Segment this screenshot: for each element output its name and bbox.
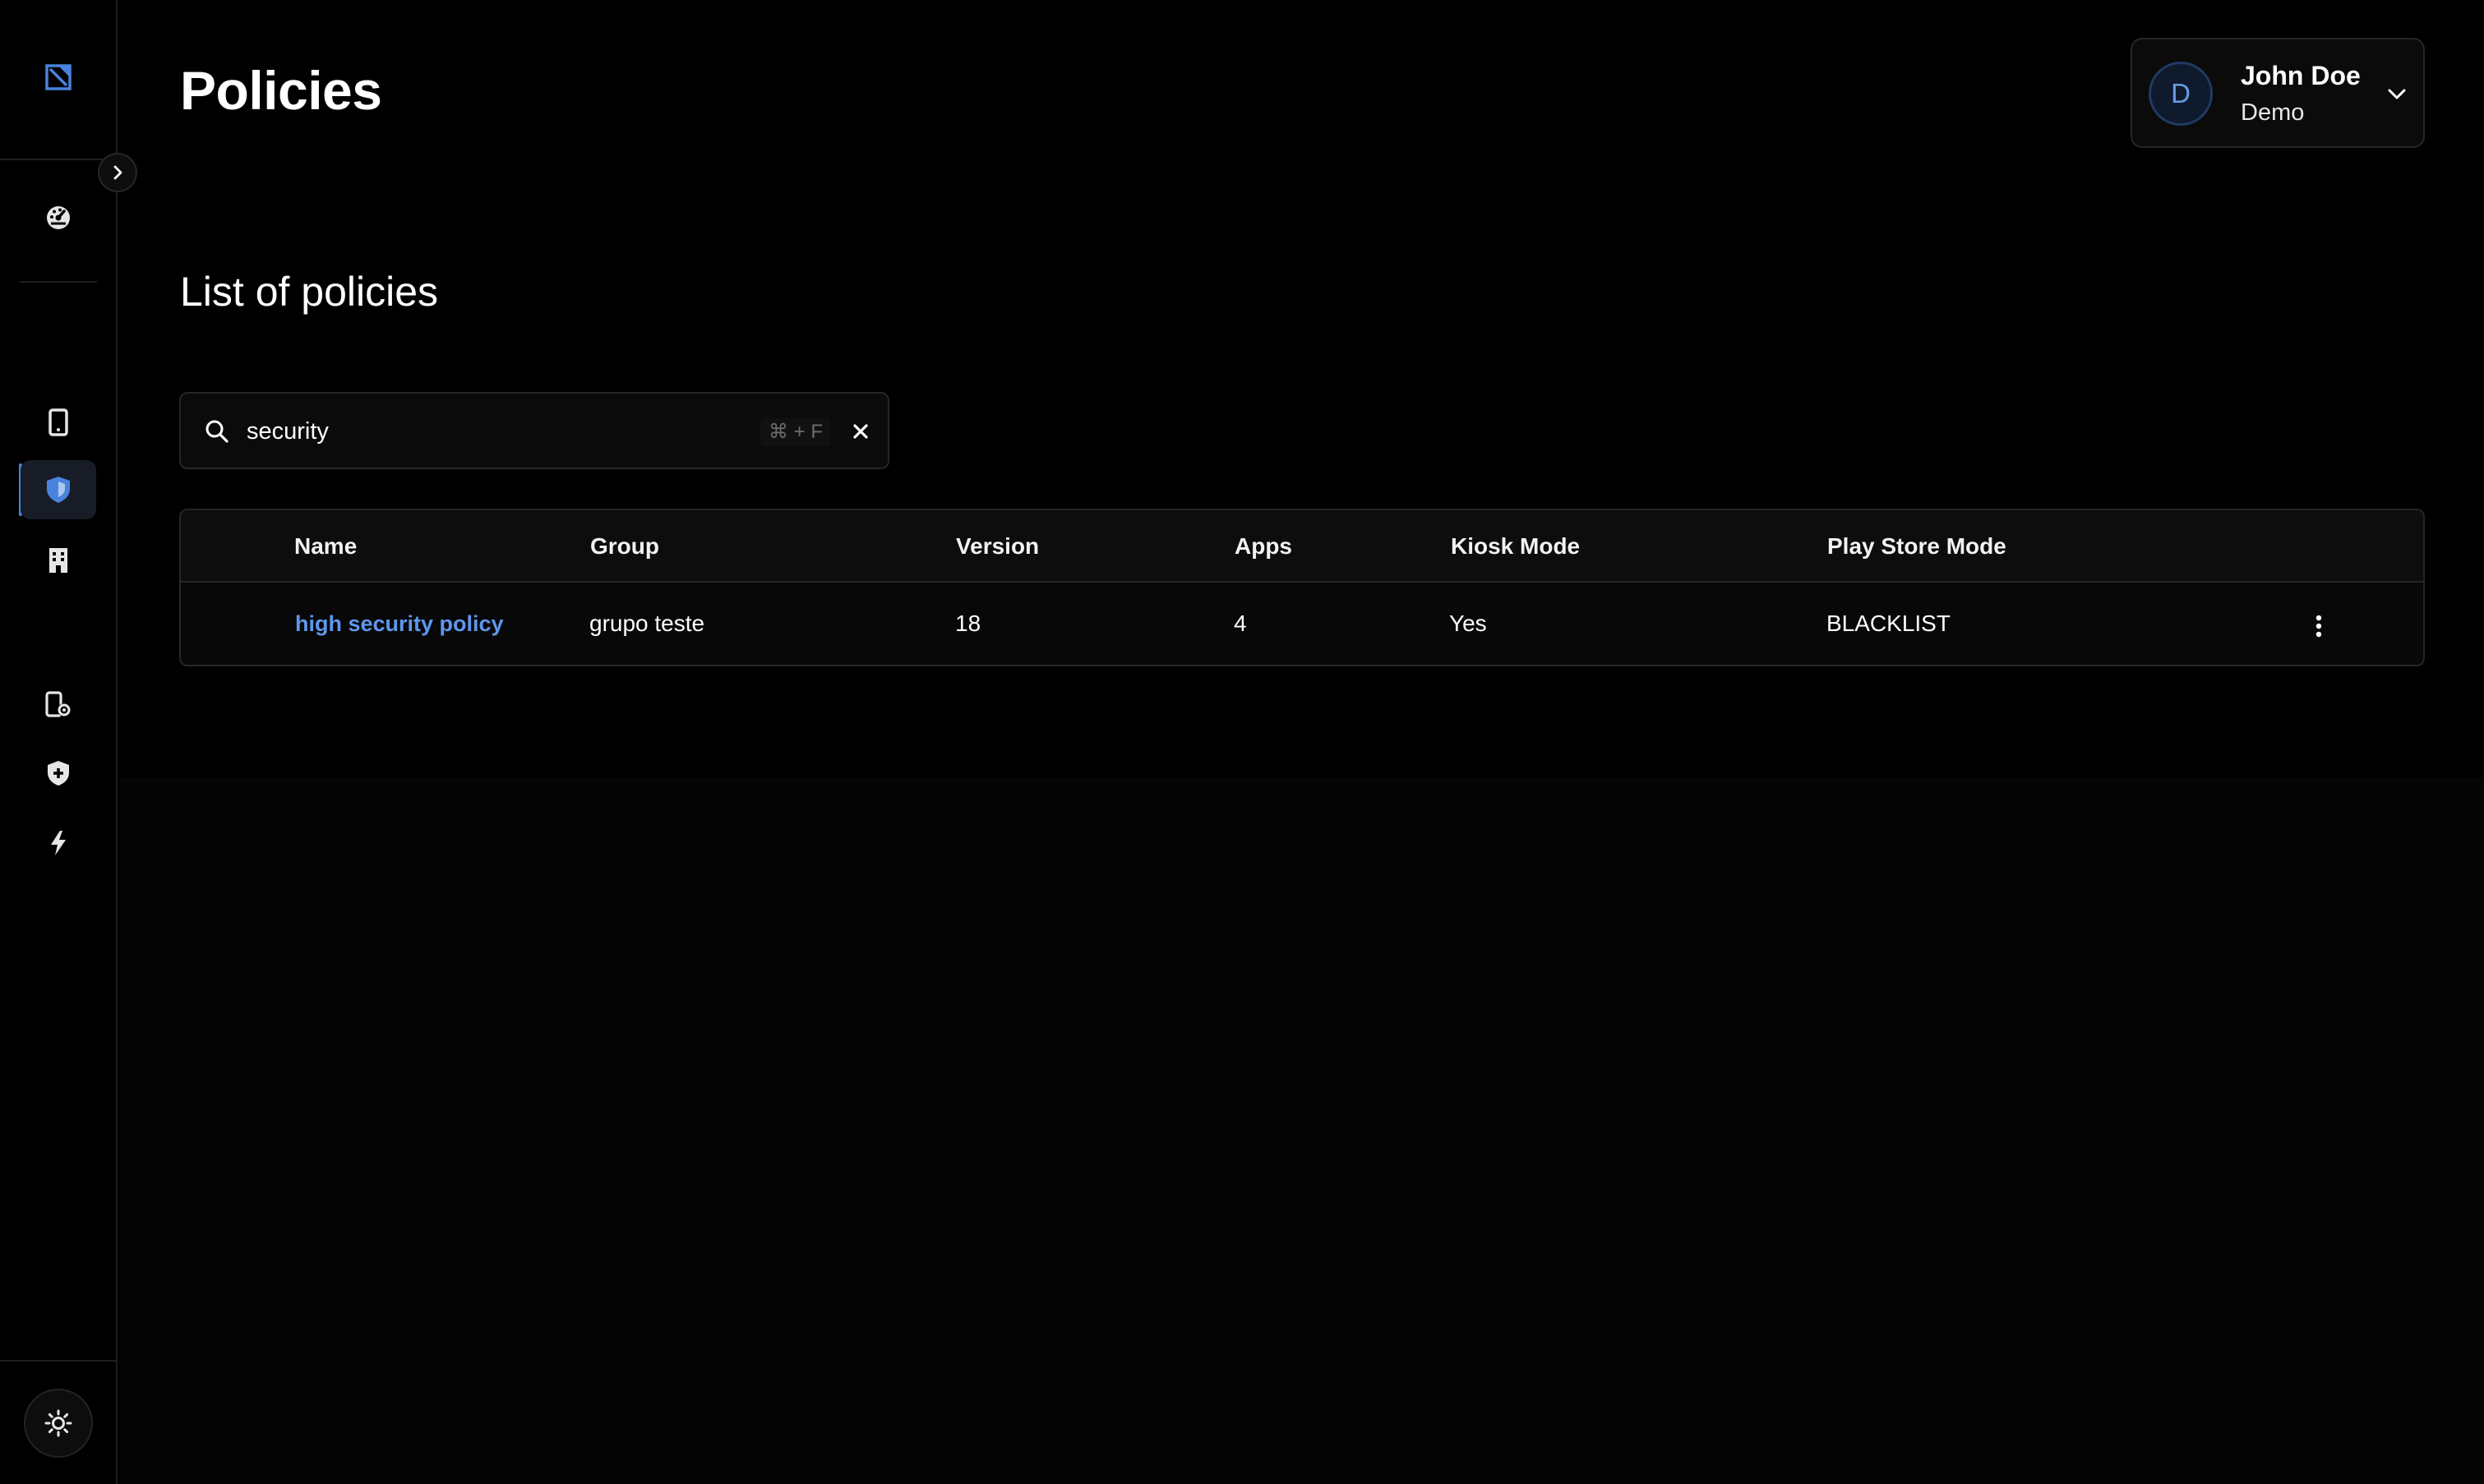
sidebar-item-enterprise[interactable] (21, 531, 96, 590)
policy-play-store-mode: BLACKLIST (1826, 611, 1951, 636)
column-header-name[interactable]: Name (294, 533, 357, 560)
user-menu-button[interactable]: D John Doe Demo (2131, 38, 2425, 148)
sidebar-divider (0, 1360, 116, 1362)
policy-version: 18 (955, 611, 981, 636)
page-title: Policies (180, 60, 382, 121)
more-vertical-icon[interactable] (2313, 612, 2325, 640)
sidebar (0, 0, 118, 1484)
column-header-apps[interactable]: Apps (1235, 533, 1292, 560)
sidebar-item-device-settings[interactable] (21, 675, 96, 735)
search-icon (205, 420, 229, 443)
search-box: ⌘ + F (179, 392, 889, 469)
search-input[interactable] (247, 412, 723, 451)
policy-group: grupo teste (589, 611, 705, 636)
theme-toggle-button[interactable] (24, 1389, 93, 1458)
shield-icon (47, 477, 70, 503)
policy-kiosk-mode: Yes (1449, 611, 1487, 636)
shield-plus-icon (48, 761, 69, 786)
content-background (119, 777, 2484, 1484)
chevron-right-icon (113, 165, 122, 180)
sun-icon (44, 1409, 72, 1437)
policy-name-link[interactable]: high security policy (295, 611, 504, 637)
sidebar-item-dashboard[interactable] (21, 188, 96, 247)
sidebar-divider (0, 159, 116, 160)
smartphone-icon (48, 408, 68, 436)
sidebar-item-devices[interactable] (21, 393, 96, 452)
user-name: John Doe (2241, 61, 2361, 90)
sidebar-item-security[interactable] (21, 744, 96, 803)
app-root: Policies D John Doe Demo List of policie… (0, 0, 2484, 1484)
chevron-down-icon (2388, 89, 2406, 99)
column-header-play-store-mode[interactable]: Play Store Mode (1827, 533, 2006, 560)
building-icon (49, 548, 67, 573)
phone-gear-icon (45, 691, 71, 717)
keyboard-shortcut-hint: ⌘ + F (760, 418, 832, 446)
user-organization: Demo (2241, 99, 2305, 126)
sidebar-item-automation[interactable] (21, 813, 96, 873)
sidebar-item-policies[interactable] (21, 460, 96, 519)
section-title: List of policies (180, 269, 439, 315)
lightning-icon (51, 831, 66, 855)
policy-apps: 4 (1234, 611, 1247, 636)
column-header-kiosk-mode[interactable]: Kiosk Mode (1451, 533, 1580, 560)
sidebar-expand-button[interactable] (98, 153, 137, 192)
sidebar-divider (20, 281, 97, 283)
gauge-icon (47, 206, 70, 229)
policies-table: Name Group Version Apps Kiosk Mode Play … (179, 509, 2425, 666)
column-header-group[interactable]: Group (590, 533, 659, 560)
table-header: Name Group Version Apps Kiosk Mode Play … (181, 510, 2423, 583)
avatar: D (2149, 62, 2213, 126)
close-icon[interactable] (848, 419, 873, 444)
logo-icon[interactable] (21, 48, 96, 107)
column-header-version[interactable]: Version (956, 533, 1039, 560)
